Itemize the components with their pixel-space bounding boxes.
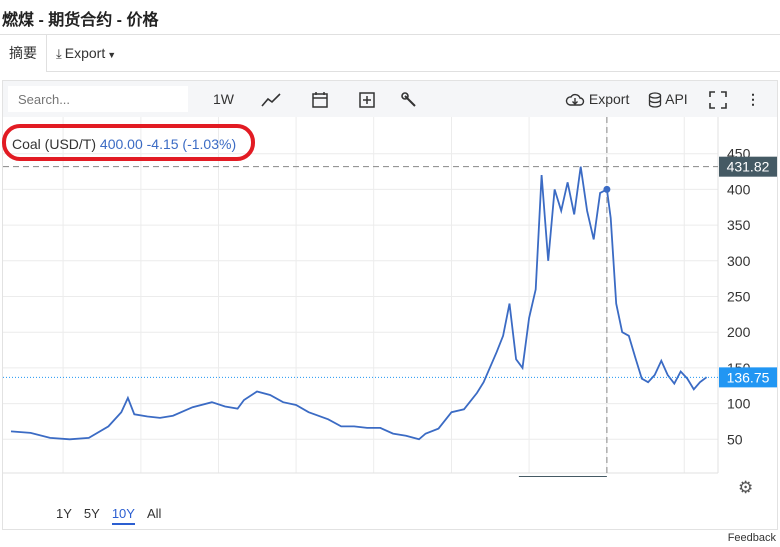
range-button-10y[interactable]: 10Y [111, 506, 135, 525]
wrench-icon [401, 92, 416, 108]
calendar-button[interactable] [311, 81, 329, 117]
feedback-link[interactable]: Feedback [728, 532, 776, 544]
range-button-1y[interactable]: 1Y [56, 506, 72, 521]
chart-type-button[interactable] [261, 81, 281, 117]
search-input[interactable] [8, 86, 188, 112]
settings-gear-icon[interactable]: ⚙ [738, 478, 753, 498]
tab-summary[interactable]: 摘要 [0, 35, 47, 71]
tab-bar: 摘要 ⤓ Export ▼ [0, 35, 780, 71]
divider [46, 71, 780, 72]
expand-icon [709, 91, 727, 110]
api-label: API [665, 91, 688, 107]
compare-button[interactable] [358, 81, 376, 117]
database-icon [648, 92, 662, 108]
range-selector: 1Y 5Y 10Y All [56, 506, 173, 525]
chart-export-label: Export [588, 91, 630, 107]
y-tick-label: 400 [727, 181, 751, 197]
api-button[interactable]: API [648, 81, 688, 117]
crosshair-date-badge [518, 476, 607, 477]
highlight-annotation [2, 124, 255, 161]
fullscreen-button[interactable] [709, 81, 727, 117]
crosshair-price-label: 431.82 [727, 159, 770, 175]
period-button[interactable]: 1W [213, 81, 234, 117]
more-menu-button[interactable]: ⋮ [746, 81, 760, 117]
download-icon: ⤓ [56, 46, 62, 61]
last-price-label: 136.75 [727, 369, 770, 385]
y-tick-label: 100 [727, 396, 751, 412]
plus-square-icon [359, 92, 375, 109]
tools-button[interactable] [400, 81, 418, 117]
range-button-all[interactable]: All [147, 506, 161, 521]
range-button-5y[interactable]: 5Y [84, 506, 100, 521]
y-tick-label: 300 [727, 253, 751, 269]
cloud-download-icon [565, 94, 585, 106]
line-chart-icon [261, 93, 281, 107]
y-tick-label: 350 [727, 217, 751, 233]
export-label: Export [64, 45, 106, 61]
y-tick-label: 200 [727, 324, 751, 340]
price-line [10, 166, 708, 441]
y-tick-label: 50 [727, 431, 743, 447]
export-menu-button[interactable]: ⤓ Export ▼ [56, 35, 116, 71]
chart-export-button[interactable]: Export [565, 81, 629, 117]
crosshair-point [603, 185, 611, 193]
kebab-menu-icon: ⋮ [746, 91, 760, 107]
y-tick-label: 250 [727, 289, 751, 305]
page-title: 燃煤 - 期货合约 - 价格 [2, 12, 159, 29]
calendar-icon [312, 92, 328, 109]
caret-down-icon: ▼ [107, 50, 117, 60]
chart-toolbar: 1W Export API ⋮ [3, 81, 777, 117]
price-chart[interactable]: 50100150200250300350400450 2016201720182… [3, 117, 777, 477]
